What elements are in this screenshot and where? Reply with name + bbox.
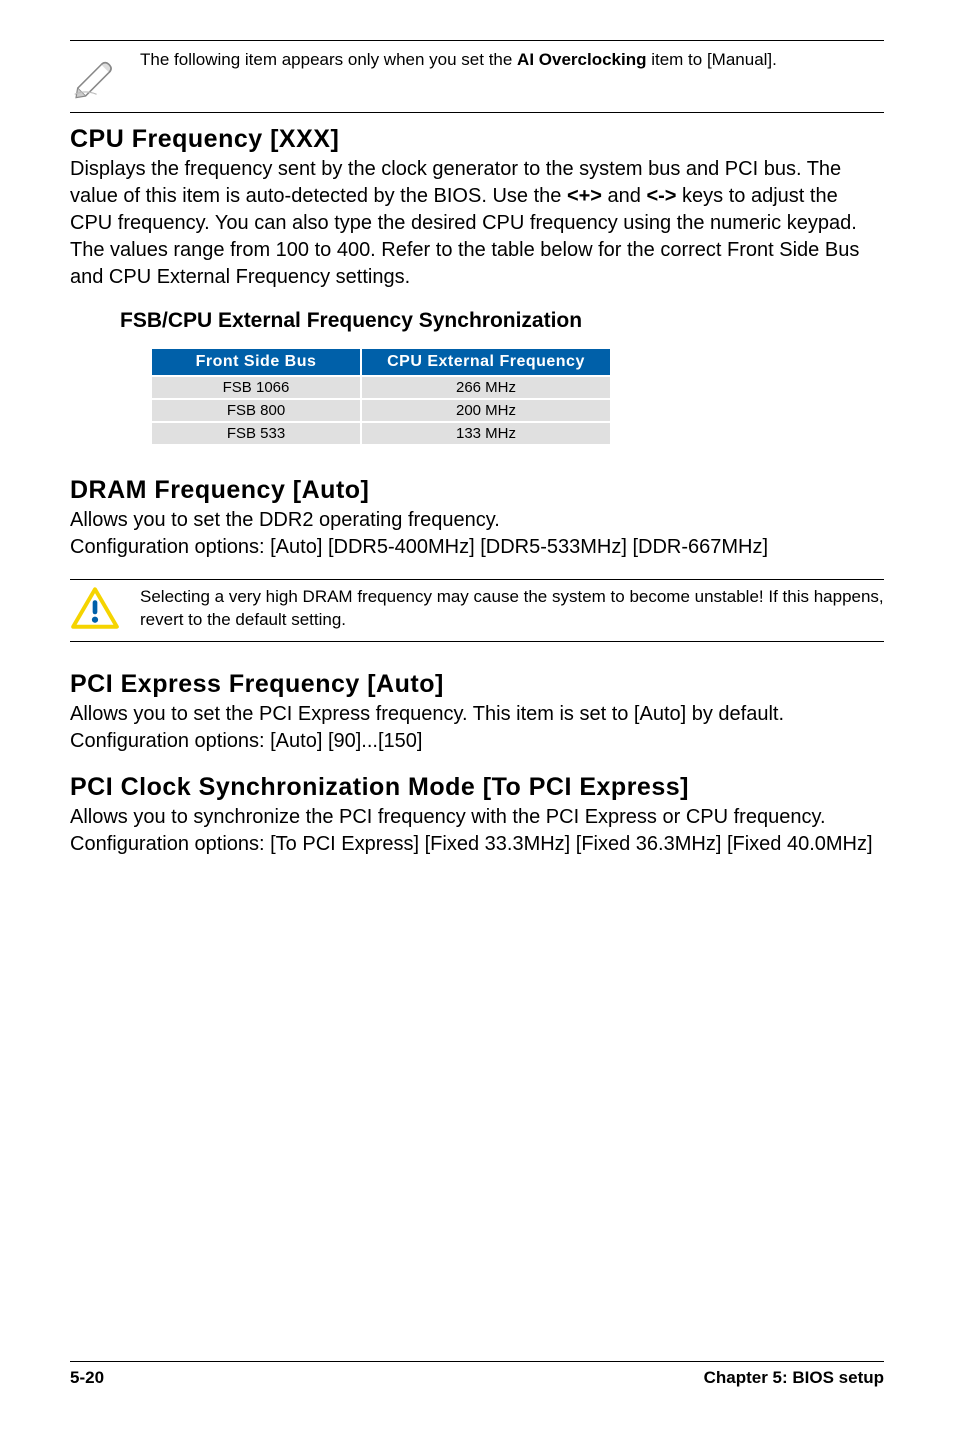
caution-icon xyxy=(70,586,120,635)
table-heading: FSB/CPU External Frequency Synchronizati… xyxy=(120,309,884,333)
sec3-body: Allows you to set the PCI Express freque… xyxy=(70,701,884,755)
sec3-title: PCI Express Frequency [Auto] xyxy=(70,670,884,699)
sec1-title: CPU Frequency [XXX] xyxy=(70,125,884,154)
col-cpuext: CPU External Frequency xyxy=(361,348,611,376)
sec1-body-mid: and xyxy=(602,185,646,207)
fsb-table: Front Side Bus CPU External Frequency FS… xyxy=(150,347,612,446)
sec1-kb2: <-> xyxy=(646,185,676,207)
sec4-title: PCI Clock Synchronization Mode [To PCI E… xyxy=(70,773,884,802)
footer-chapter: Chapter 5: BIOS setup xyxy=(704,1368,884,1388)
note-post: item to [Manual]. xyxy=(646,50,776,69)
sec1-kb1: <+> xyxy=(567,185,602,207)
caution-text: Selecting a very high DRAM frequency may… xyxy=(140,586,884,632)
page-footer: 5-20 Chapter 5: BIOS setup xyxy=(70,1361,884,1388)
table-header-row: Front Side Bus CPU External Frequency xyxy=(151,348,611,376)
note-bold: AI Overclocking xyxy=(517,50,646,69)
sec1-body: Displays the frequency sent by the clock… xyxy=(70,156,884,291)
note-callout: The following item appears only when you… xyxy=(70,40,884,113)
caution-callout: Selecting a very high DRAM frequency may… xyxy=(70,579,884,642)
cell-freq: 266 MHz xyxy=(361,376,611,399)
pencil-icon xyxy=(70,49,120,104)
table-row: FSB 533 133 MHz xyxy=(151,422,611,445)
cell-fsb: FSB 800 xyxy=(151,399,361,422)
note-pre: The following item appears only when you… xyxy=(140,50,517,69)
sec2-body: Allows you to set the DDR2 operating fre… xyxy=(70,507,884,561)
col-fsb: Front Side Bus xyxy=(151,348,361,376)
cell-fsb: FSB 1066 xyxy=(151,376,361,399)
footer-page: 5-20 xyxy=(70,1368,104,1388)
sec2-title: DRAM Frequency [Auto] xyxy=(70,476,884,505)
cell-fsb: FSB 533 xyxy=(151,422,361,445)
note-text: The following item appears only when you… xyxy=(140,49,777,72)
cell-freq: 133 MHz xyxy=(361,422,611,445)
table-row: FSB 1066 266 MHz xyxy=(151,376,611,399)
table-row: FSB 800 200 MHz xyxy=(151,399,611,422)
cell-freq: 200 MHz xyxy=(361,399,611,422)
sec4-body: Allows you to synchronize the PCI freque… xyxy=(70,804,884,858)
